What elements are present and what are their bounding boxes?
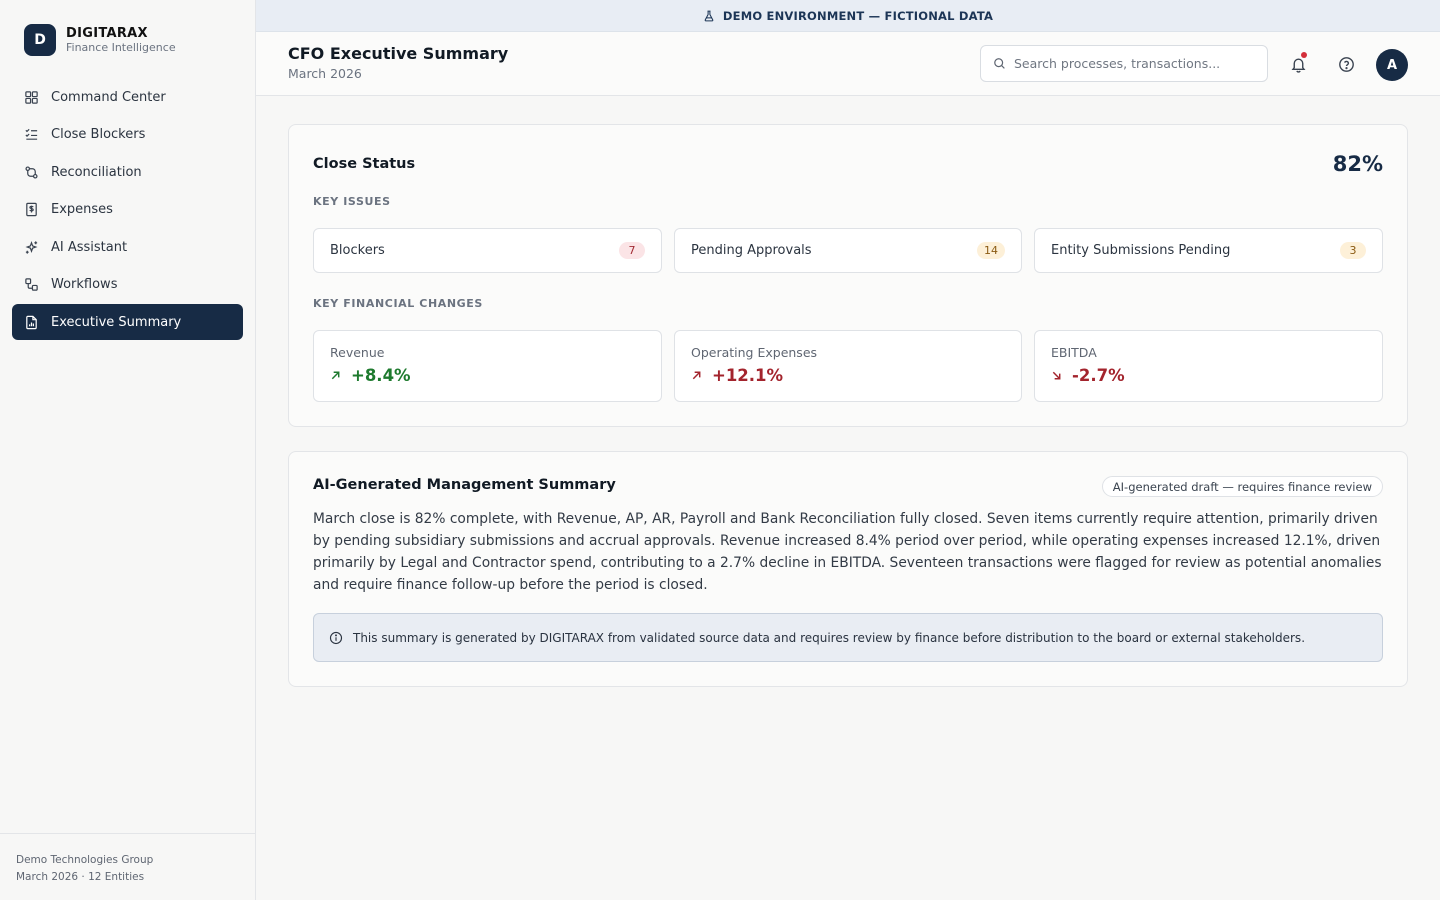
search-box[interactable]: [980, 45, 1268, 82]
search-input[interactable]: [1014, 56, 1254, 71]
ai-disclaimer-note: This summary is generated by DIGITARAX f…: [313, 613, 1383, 662]
info-icon: [329, 631, 343, 644]
sidebar-item-label: Workflows: [51, 277, 118, 292]
sidebar-item-label: AI Assistant: [51, 239, 128, 255]
metric-revenue[interactable]: Revenue +8.4%: [313, 330, 662, 402]
ai-summary-card: AI-Generated Management Summary AI-gener…: [288, 451, 1408, 687]
search-icon: [994, 58, 1005, 69]
sidebar-item-label: Command Center: [51, 89, 166, 105]
metric-label: Revenue: [330, 345, 385, 360]
sidebar-item-label: Reconciliation: [51, 164, 142, 180]
demo-banner: DEMO ENVIRONMENT — FICTIONAL DATA: [256, 0, 1440, 32]
sidebar-item-label: Close Blockers: [51, 127, 146, 142]
notification-dot: [1301, 52, 1307, 58]
file-chart-icon: [26, 315, 37, 329]
ai-summary-text: March close is 82% complete, with Revenu…: [313, 511, 1382, 593]
arrow-down-right-icon: [1052, 371, 1061, 380]
arrow-up-right-icon: [331, 371, 340, 380]
bell-icon: [1291, 58, 1305, 73]
sidebar-nav: Command Center Close Blockers Reconcilia…: [12, 79, 243, 342]
metric-value: -2.7%: [1072, 366, 1125, 385]
sidebar-footer: Demo Technologies Group March 2026 · 12 …: [0, 833, 255, 900]
sidebar-item-ai-assistant[interactable]: AI Assistant: [12, 229, 243, 265]
sidebar-item-label: Executive Summary: [51, 314, 182, 330]
issue-blockers[interactable]: Blockers 7: [313, 228, 662, 273]
metric-ebitda[interactable]: EBITDA -2.7%: [1034, 330, 1383, 402]
metric-label: EBITDA: [1051, 345, 1097, 360]
issue-pending-approvals[interactable]: Pending Approvals 14: [674, 228, 1022, 273]
brand-tagline: Finance Intelligence: [66, 40, 176, 54]
metric-value: +8.4%: [351, 366, 411, 385]
sidebar-item-close-blockers[interactable]: Close Blockers: [12, 117, 243, 153]
metric-value: +12.1%: [712, 366, 784, 385]
key-issues-label: KEY ISSUES: [313, 195, 391, 208]
organization-name: Demo Technologies Group: [16, 854, 154, 866]
workflow-icon: [25, 278, 38, 291]
sparkles-icon: [25, 240, 38, 254]
count-badge: 14: [977, 242, 1005, 259]
count-badge: 3: [1340, 242, 1366, 259]
issue-label: Pending Approvals: [691, 243, 812, 258]
close-percent: 82%: [1332, 152, 1383, 176]
metric-label: Operating Expenses: [691, 345, 818, 360]
grid-icon: [25, 90, 38, 104]
sidebar-item-label: Expenses: [51, 202, 113, 217]
issue-entity-submissions[interactable]: Entity Submissions Pending 3: [1034, 228, 1383, 273]
ai-summary-title: AI-Generated Management Summary: [313, 477, 616, 493]
metric-operating-expenses[interactable]: Operating Expenses +12.1%: [674, 330, 1022, 402]
sidebar-item-reconciliation[interactable]: Reconciliation: [12, 154, 243, 190]
notifications-button[interactable]: [1284, 50, 1312, 78]
brand[interactable]: D DIGITARAX Finance Intelligence: [24, 24, 176, 56]
receipt-dollar-icon: [26, 202, 37, 217]
count-badge: 7: [619, 242, 645, 259]
close-status-title: Close Status: [313, 156, 416, 172]
arrow-up-right-icon: [692, 371, 701, 380]
close-status-card: Close Status 82% KEY ISSUES Blockers 7 P…: [288, 124, 1408, 427]
period-entities: March 2026 · 12 Entities: [16, 871, 145, 883]
sidebar: D DIGITARAX Finance Intelligence Command…: [0, 0, 256, 900]
page-header: CFO Executive Summary March 2026 A: [256, 32, 1440, 96]
issue-label: Entity Submissions Pending: [1051, 243, 1231, 258]
page-subtitle: March 2026: [288, 66, 362, 81]
page-title: CFO Executive Summary: [288, 44, 509, 63]
sidebar-item-workflows[interactable]: Workflows: [12, 267, 243, 303]
sidebar-item-expenses[interactable]: Expenses: [12, 192, 243, 228]
list-check-icon: [25, 128, 38, 140]
demo-banner-text: DEMO ENVIRONMENT — FICTIONAL DATA: [722, 8, 994, 23]
financial-changes-label: KEY FINANCIAL CHANGES: [313, 297, 483, 310]
ai-disclaimer-text: This summary is generated by DIGITARAX f…: [353, 630, 1306, 645]
issue-label: Blockers: [330, 243, 385, 258]
user-avatar[interactable]: A: [1376, 49, 1408, 81]
brand-name: DIGITARAX: [66, 25, 148, 41]
flask-icon: [704, 10, 714, 21]
git-compare-icon: [25, 165, 38, 179]
help-button[interactable]: [1332, 50, 1360, 78]
brand-logo: D: [24, 24, 56, 56]
sidebar-item-command-center[interactable]: Command Center: [12, 79, 243, 115]
help-circle-icon: [1338, 56, 1354, 72]
ai-draft-badge: AI-generated draft — requires finance re…: [1101, 476, 1383, 497]
sidebar-item-executive-summary[interactable]: Executive Summary: [12, 304, 243, 340]
